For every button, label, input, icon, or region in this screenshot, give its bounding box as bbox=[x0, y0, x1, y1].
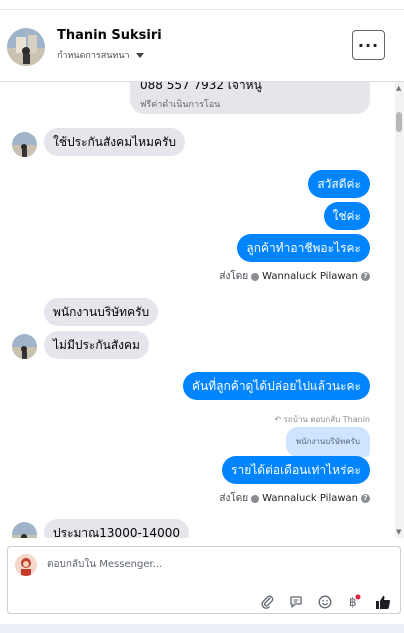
reply-input[interactable]: ตอบกลับใน Messenger... bbox=[47, 557, 162, 572]
emoji-icon[interactable] bbox=[316, 593, 334, 611]
sent-by-name[interactable]: Wannaluck Pilawan bbox=[262, 271, 358, 282]
thumbs-up-icon[interactable] bbox=[374, 593, 392, 611]
message-incoming[interactable]: ประมาณ13000-14000 bbox=[44, 519, 189, 538]
quoted-message[interactable]: พนักงานบริษัทครับ bbox=[285, 427, 370, 457]
composer-area: ตอบกลับใน Messenger... ฿ bbox=[0, 538, 404, 633]
message-outgoing[interactable]: คันที่ลูกค้าดูได้ปล่อยไปแล้วนะคะ bbox=[183, 372, 370, 400]
message-outgoing[interactable]: ใช่ค่ะ bbox=[323, 202, 370, 230]
sender-avatar bbox=[12, 334, 37, 359]
conversation-status-label: กำหนดการสนทนา bbox=[57, 51, 130, 61]
svg-text:฿: ฿ bbox=[349, 595, 357, 609]
caret-down-icon bbox=[135, 52, 144, 58]
help-icon[interactable]: ? bbox=[361, 494, 370, 503]
link-card[interactable]: 088 557 7932 เจ้าหนู ฟรีค่าดำเนินการโอน bbox=[130, 82, 370, 114]
bottom-strip bbox=[0, 624, 404, 633]
sender-avatar bbox=[12, 132, 37, 157]
sent-by-prefix: ส่งโดย bbox=[219, 271, 249, 282]
paperclip-icon[interactable] bbox=[259, 593, 277, 611]
baht-icon[interactable]: ฿ bbox=[344, 593, 362, 611]
sent-by-line: ส่งโดย Wannaluck Pilawan ? bbox=[219, 269, 370, 284]
contact-name: Thanin Suksiri bbox=[57, 28, 162, 43]
composer: ตอบกลับใน Messenger... ฿ bbox=[7, 546, 401, 614]
page-avatar bbox=[15, 554, 37, 576]
message-outgoing[interactable]: สวัสดีค่ะ bbox=[308, 170, 370, 198]
scroll-down-icon[interactable]: ▼ bbox=[396, 528, 401, 536]
help-icon[interactable]: ? bbox=[361, 272, 370, 281]
top-strip bbox=[0, 0, 404, 10]
sent-by-line: ส่งโดย Wannaluck Pilawan ? bbox=[219, 491, 370, 506]
saved-reply-icon[interactable] bbox=[287, 593, 305, 611]
avatar[interactable] bbox=[7, 28, 45, 66]
scroll-up-icon[interactable]: ▲ bbox=[396, 84, 401, 92]
message-outgoing[interactable]: รายได้ต่อเดือนเท่าไหร่คะ bbox=[222, 456, 370, 484]
reply-label: ↶ รถบ้าน ตอบกลับ Thanin bbox=[274, 415, 370, 424]
check-icon bbox=[251, 494, 260, 503]
card-subtitle: ฟรีค่าดำเนินการโอน bbox=[140, 100, 221, 110]
message-incoming[interactable]: ไม่มีประกันสังคม bbox=[44, 331, 149, 359]
message-incoming[interactable]: ใช้ประกันสังคมไหมครับ bbox=[44, 128, 186, 156]
message-incoming[interactable]: พนักงานบริษัทครับ bbox=[44, 298, 159, 326]
sent-by-name[interactable]: Wannaluck Pilawan bbox=[262, 493, 358, 504]
conversation-header: Thanin Suksiri กำหนดการสนทนา ··· bbox=[0, 11, 404, 82]
scroll-thumb[interactable] bbox=[396, 112, 402, 132]
thread-scrollbar[interactable]: ▲ ▼ bbox=[395, 82, 404, 538]
more-options-button[interactable]: ··· bbox=[352, 30, 385, 60]
message-thread: 088 557 7932 เจ้าหนู ฟรีค่าดำเนินการโอน … bbox=[0, 82, 395, 538]
conversation-status-dropdown[interactable]: กำหนดการสนทนา bbox=[57, 48, 144, 62]
sender-avatar bbox=[12, 522, 37, 538]
check-icon bbox=[251, 272, 260, 281]
sent-by-prefix: ส่งโดย bbox=[219, 493, 249, 504]
card-phone: 088 557 7932 เจ้าหนู bbox=[140, 82, 262, 92]
message-outgoing[interactable]: ลูกค้าทำอาชีพอะไรคะ bbox=[237, 234, 370, 262]
